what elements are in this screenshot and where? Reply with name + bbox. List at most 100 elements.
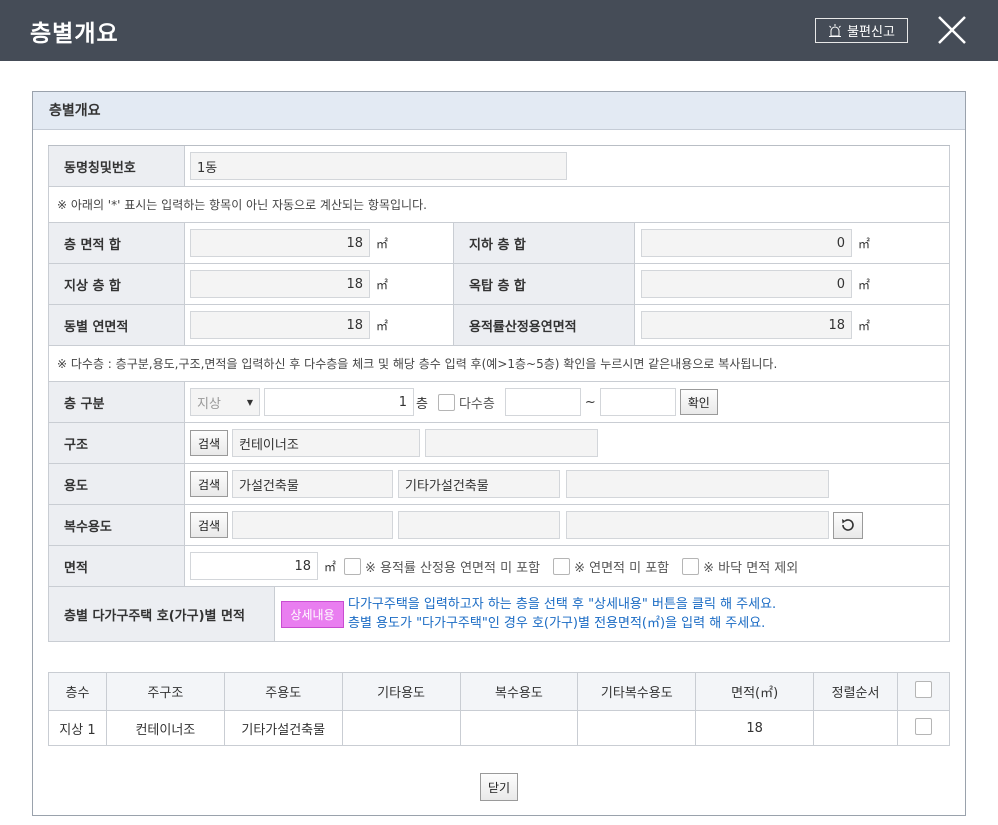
multi-usage-input-1[interactable] <box>232 511 393 539</box>
auto-note: ※ 아래의 '*' 표시는 입력하는 항목이 아닌 자동으로 계산되는 항목입니… <box>57 198 427 212</box>
sum-row-1: 층 면적 합 18 ㎡ 지하 층 합 0 ㎡ <box>48 223 950 264</box>
floor-to-input[interactable] <box>599 388 676 416</box>
exclude-floor-checkbox[interactable] <box>682 557 700 575</box>
col-select-all <box>897 672 950 711</box>
roof-sum-input: 0 <box>641 270 852 298</box>
report-button[interactable]: 불편신고 <box>815 18 908 43</box>
exclude-far-checkbox[interactable] <box>344 557 362 575</box>
total-area-input: 18 <box>190 311 370 339</box>
cell-select <box>897 710 950 746</box>
unit: ㎡ <box>858 318 871 333</box>
col-floor: 층수 <box>48 672 107 711</box>
unit: ㎡ <box>376 236 389 251</box>
confirm-button[interactable]: 확인 <box>679 389 718 415</box>
title-bar: 층별개요 불편신고 <box>0 0 998 61</box>
structure-label: 구조 <box>49 423 185 463</box>
structure-input[interactable]: 컨테이너조 <box>232 429 420 457</box>
area-input[interactable]: 18 <box>190 552 318 580</box>
unit: ㎡ <box>858 277 871 292</box>
select-all-checkbox[interactable] <box>915 681 932 698</box>
building-label: 동명칭및번호 <box>49 146 185 186</box>
floor-from-input[interactable] <box>504 388 581 416</box>
usage-search-button[interactable]: 검색 <box>190 471 228 497</box>
unit: ㎡ <box>376 318 389 333</box>
exclude-total-checkbox[interactable] <box>553 557 571 575</box>
household-label: 층별 다가구주택 호(가구)별 면적 <box>49 587 275 641</box>
multi-note: ※ 다수층 : 층구분,용도,구조,면적을 입력하신 후 다수층을 체크 및 해… <box>57 357 778 371</box>
exclude-floor-label: ※ 바닥 면적 제외 <box>703 560 799 576</box>
building-input[interactable]: 1동 <box>190 152 567 180</box>
table-row[interactable]: 지상 1 컨테이너조 기타가설건축물 18 <box>48 710 950 746</box>
reset-button[interactable] <box>833 511 863 539</box>
above-sum-input: 18 <box>190 270 370 298</box>
floor-suffix: 층 <box>416 396 428 412</box>
area-row: 면적 18 ㎡ ※ 용적률 산정용 연면적 미 포함 ※ 연면적 미 포함 ※ … <box>48 546 950 587</box>
col-area: 면적(㎡) <box>695 672 815 711</box>
close-icon[interactable] <box>936 14 968 46</box>
row-checkbox[interactable] <box>915 717 932 735</box>
floor-number-input[interactable]: 1 <box>264 388 414 416</box>
usage-label: 용도 <box>49 464 185 504</box>
basement-sum-input: 0 <box>641 229 852 257</box>
usage-row: 용도 검색 가설건축물 기타가설건축물 <box>48 464 950 505</box>
usage-etc-input[interactable] <box>566 470 829 498</box>
panel-title: 층별개요 <box>33 92 965 130</box>
caret-down-icon: ▼ <box>246 397 253 407</box>
auto-note-row: ※ 아래의 '*' 표시는 입력하는 항목이 아닌 자동으로 계산되는 항목입니… <box>48 187 950 223</box>
exclude-total-label: ※ 연면적 미 포함 <box>574 560 670 576</box>
structure-search-button[interactable]: 검색 <box>190 430 228 456</box>
tilde: ~ <box>584 394 596 410</box>
structure-row: 구조 검색 컨테이너조 <box>48 423 950 464</box>
above-sum-label: 지상 층 합 <box>49 264 185 304</box>
cell-etc-multi-usage <box>577 710 697 746</box>
structure-extra-input[interactable] <box>425 429 598 457</box>
siren-icon <box>829 23 842 37</box>
multi-usage-input-2[interactable] <box>398 511 560 539</box>
household-row: 층별 다가구주택 호(가구)별 면적 상세내용 다가구주택을 입력하고자 하는 … <box>48 587 950 642</box>
cell-order <box>813 710 899 746</box>
close-button[interactable]: 닫기 <box>480 773 518 801</box>
floor-label: 층 구분 <box>49 382 185 422</box>
usage-sub-input[interactable]: 기타가설건축물 <box>398 470 560 498</box>
detail-button[interactable]: 상세내용 <box>281 600 344 628</box>
cell-etc-usage <box>341 710 461 746</box>
area-unit: ㎡ <box>324 559 337 574</box>
floor-area-sum-label: 층 면적 합 <box>49 223 185 263</box>
far-area-label: 용적률산정용연면적 <box>453 305 635 345</box>
floor-row: 층 구분 지상 ▼ 1 층 다수층 ~ 확인 <box>48 382 950 423</box>
floor-area-sum-input: 18 <box>190 229 370 257</box>
multi-usage-row: 복수용도 검색 <box>48 505 950 546</box>
household-info-2: 층별 용도가 "다가구주택"인 경우 호(가구)별 전용면적(㎡)을 입력 해 … <box>348 616 766 631</box>
col-structure: 주구조 <box>105 672 225 711</box>
exclude-far-label: ※ 용적률 산정용 연면적 미 포함 <box>365 560 541 576</box>
cell-usage: 기타가설건축물 <box>223 710 343 746</box>
table-header-row: 층수 주구조 주용도 기타용도 복수용도 기타복수용도 면적(㎡) 정렬순서 <box>48 672 950 711</box>
multi-floor-checkbox[interactable] <box>437 393 455 411</box>
cell-multi-usage <box>459 710 579 746</box>
cell-structure: 컨테이너조 <box>105 710 225 746</box>
window-title: 층별개요 <box>30 21 119 47</box>
refresh-icon <box>842 519 854 531</box>
multi-usage-search-button[interactable]: 검색 <box>190 512 228 538</box>
floor-overview-panel: 층별개요 동명칭및번호 1동 ※ 아래의 '*' 표시는 입력하는 항목이 아닌… <box>32 91 966 816</box>
floor-type-select[interactable]: 지상 ▼ <box>190 388 260 416</box>
col-order: 정렬순서 <box>813 672 899 711</box>
area-label: 면적 <box>49 546 185 586</box>
usage-main-input[interactable]: 가설건축물 <box>232 470 393 498</box>
floor-form: 동명칭및번호 1동 ※ 아래의 '*' 표시는 입력하는 항목이 아닌 자동으로… <box>48 145 950 642</box>
report-label: 불편신고 <box>847 25 895 40</box>
col-etc-usage: 기타용도 <box>341 672 461 711</box>
roof-sum-label: 옥탑 층 합 <box>453 264 635 304</box>
multi-usage-input-3[interactable] <box>566 511 829 539</box>
col-multi-usage: 복수용도 <box>459 672 579 711</box>
building-row: 동명칭및번호 1동 <box>48 146 950 187</box>
multi-floor-label: 다수층 <box>458 396 495 412</box>
unit: ㎡ <box>858 236 871 251</box>
col-etc-multi-usage: 기타복수용도 <box>577 672 697 711</box>
unit: ㎡ <box>376 277 389 292</box>
household-info-1: 다가구주택을 입력하고자 하는 층을 선택 후 "상세내용" 버튼을 클릭 해 … <box>348 597 777 612</box>
floor-table: 층수 주구조 주용도 기타용도 복수용도 기타복수용도 면적(㎡) 정렬순서 지… <box>48 672 950 746</box>
basement-sum-label: 지하 층 합 <box>453 223 635 263</box>
floor-type-value: 지상 <box>197 396 221 412</box>
multi-note-row: ※ 다수층 : 층구분,용도,구조,면적을 입력하신 후 다수층을 체크 및 해… <box>48 346 950 382</box>
